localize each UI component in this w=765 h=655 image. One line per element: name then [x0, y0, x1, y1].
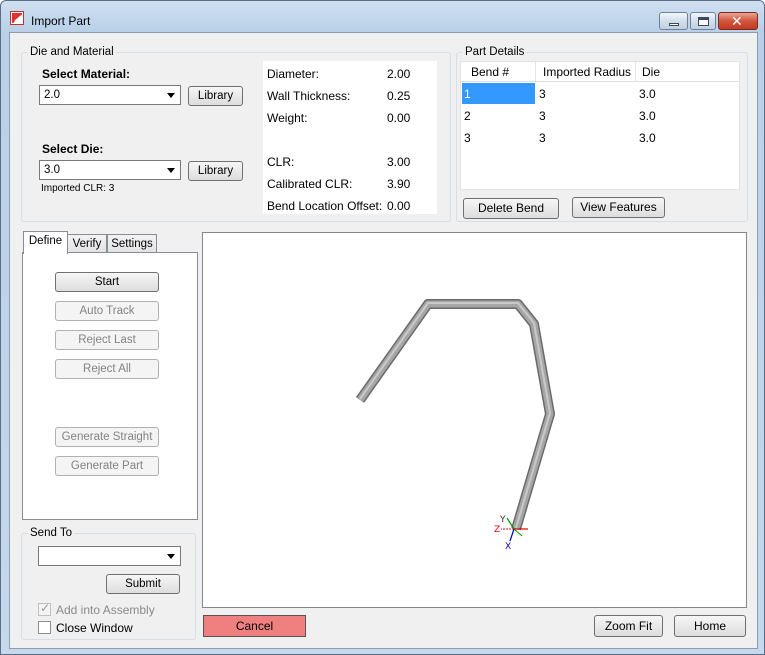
properties-panel: Diameter: 2.00 Wall Thickness: 0.25 Weig…	[263, 61, 437, 214]
title-bar[interactable]: Import Part ✕	[1, 1, 764, 31]
wall-thickness-value: 0.25	[387, 89, 411, 103]
generate-straight-button[interactable]: Generate Straight	[55, 427, 159, 447]
add-assembly-checkbox[interactable]	[38, 601, 51, 616]
tab-settings[interactable]: Settings	[107, 234, 157, 254]
diameter-label: Diameter:	[267, 67, 320, 81]
weight-value: 0.00	[387, 111, 411, 125]
minimize-button[interactable]	[659, 12, 688, 30]
wall-thickness-label: Wall Thickness:	[267, 89, 351, 103]
bend-offset-value: 0.00	[387, 199, 411, 213]
send-to-select[interactable]	[38, 546, 181, 566]
tube-model	[355, 299, 555, 531]
column-imported-radius[interactable]: Imported Radius	[543, 65, 631, 79]
reject-last-button[interactable]: Reject Last	[55, 330, 159, 350]
dialog-client-area: Die and Material Select Material: 2.0 Li…	[9, 32, 758, 649]
column-bend-number[interactable]: Bend #	[471, 65, 509, 79]
select-material-label: Select Material:	[42, 67, 131, 81]
home-button[interactable]: Home	[674, 615, 746, 637]
maximize-button[interactable]	[690, 12, 716, 30]
die-material-group-label: Die and Material	[28, 46, 116, 58]
column-die[interactable]: Die	[642, 65, 660, 79]
row-1-bend: 1	[464, 87, 471, 101]
part-details-group-label: Part Details	[463, 46, 527, 58]
bends-listview[interactable]: Bend # Imported Radius Die 1 3 3.0 2 3 3…	[460, 61, 740, 190]
view-features-button[interactable]: View Features	[572, 197, 665, 218]
start-button[interactable]: Start	[55, 272, 159, 292]
cancel-button[interactable]: Cancel	[203, 615, 306, 637]
material-select[interactable]: 2.0	[39, 85, 181, 105]
weight-label: Weight:	[267, 111, 308, 125]
tube-3d-view: Y Z X	[355, 299, 555, 552]
die-library-button[interactable]: Library	[188, 161, 243, 181]
import-part-window: Import Part ✕ Die and Material Select Ma…	[0, 0, 765, 655]
row-3-radius: 3	[539, 131, 546, 145]
column-separator	[635, 62, 636, 81]
calibrated-clr-label: Calibrated CLR:	[267, 177, 353, 191]
3d-viewport[interactable]: Y Z X	[202, 232, 747, 608]
row-2-die: 3.0	[639, 109, 656, 123]
delete-bend-button[interactable]: Delete Bend	[463, 198, 559, 219]
app-icon	[10, 11, 24, 25]
column-separator	[535, 62, 536, 81]
tab-verify[interactable]: Verify	[67, 234, 107, 254]
close-window-checkbox[interactable]	[38, 621, 51, 634]
auto-track-button[interactable]: Auto Track	[55, 301, 159, 321]
reject-all-button[interactable]: Reject All	[55, 359, 159, 379]
close-window-label: Close Window	[56, 621, 133, 635]
row-1-radius: 3	[539, 87, 546, 101]
select-die-label: Select Die:	[42, 142, 104, 156]
listview-header: Bend # Imported Radius Die	[461, 62, 739, 82]
row-2-radius: 3	[539, 109, 546, 123]
row-1-die: 3.0	[639, 87, 656, 101]
selected-row-highlight	[462, 83, 535, 104]
define-tab-panel: Start Auto Track Reject Last Reject All …	[22, 252, 198, 520]
minimize-icon	[669, 23, 679, 26]
send-to-group-label: Send To	[28, 527, 74, 539]
calibrated-clr-value: 3.90	[387, 177, 411, 191]
imported-clr-text: Imported CLR: 3	[41, 183, 115, 194]
diameter-value: 2.00	[387, 67, 411, 81]
submit-button[interactable]: Submit	[106, 574, 180, 594]
z-axis-label: Z	[494, 525, 500, 535]
die-select[interactable]: 3.0	[39, 160, 181, 180]
clr-label: CLR:	[267, 155, 295, 169]
row-3-bend: 3	[464, 131, 471, 145]
row-3-die: 3.0	[639, 131, 656, 145]
zoom-fit-button[interactable]: Zoom Fit	[594, 615, 663, 637]
bend-offset-label: Bend Location Offset:	[267, 199, 383, 213]
send-to-group: Send To Submit Add into Assembly Close W…	[21, 527, 196, 640]
y-axis-label: Y	[499, 515, 506, 525]
tab-define[interactable]: Define	[23, 231, 68, 254]
x-axis-label: X	[505, 542, 511, 552]
window-title: Import Part	[31, 14, 91, 28]
clr-value: 3.00	[387, 155, 411, 169]
close-icon: ✕	[731, 13, 743, 29]
row-2-bend: 2	[464, 109, 471, 123]
material-library-button[interactable]: Library	[188, 86, 243, 106]
close-button[interactable]: ✕	[718, 12, 758, 30]
generate-part-button[interactable]: Generate Part	[55, 456, 159, 476]
add-assembly-label: Add into Assembly	[56, 603, 155, 617]
maximize-icon	[698, 17, 709, 26]
